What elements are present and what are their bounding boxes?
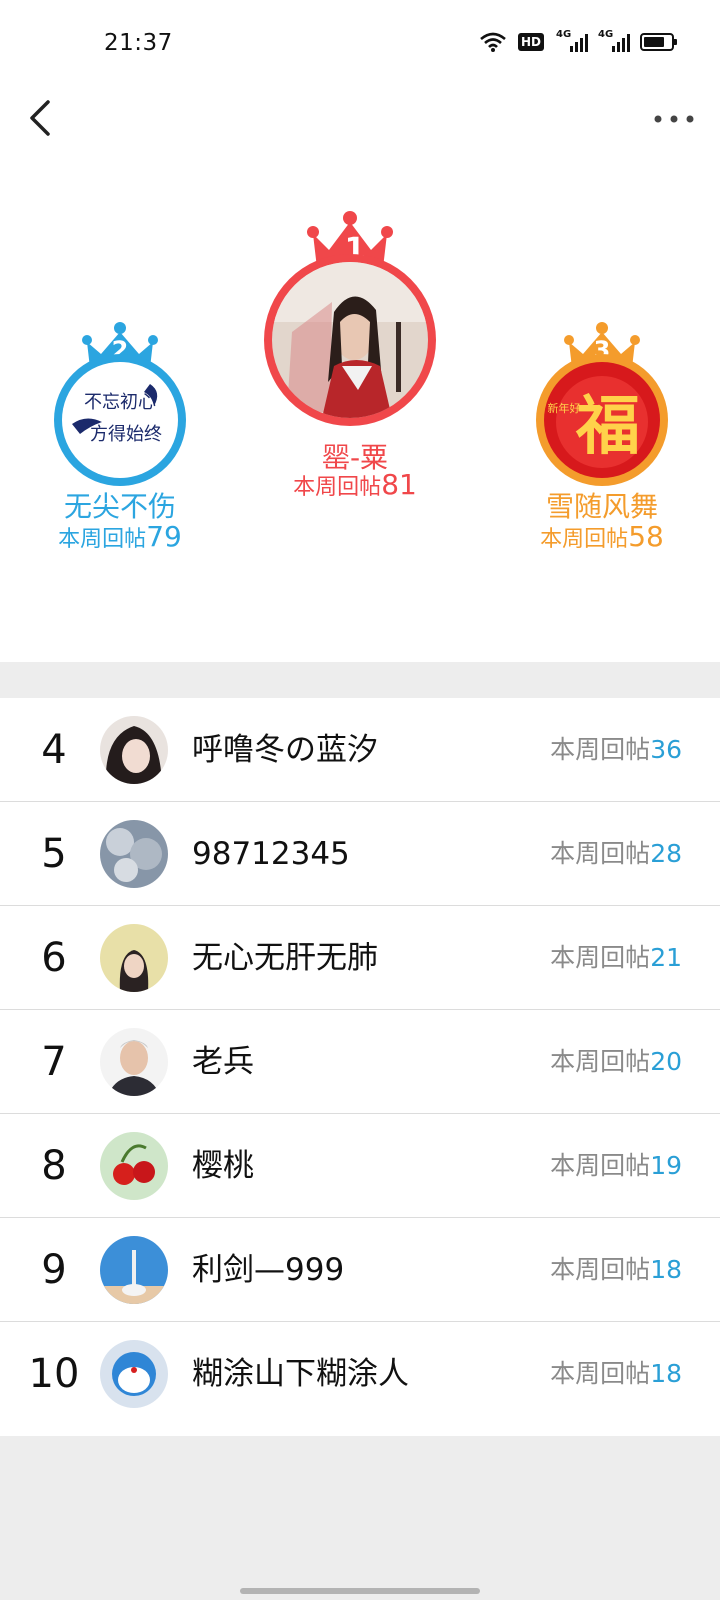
rank-number: 10: [28, 1351, 80, 1397]
avatar: 福 新年好: [536, 354, 668, 486]
signal-sim1-icon: 4G: [556, 29, 588, 52]
list-item[interactable]: 4 呼噜冬の蓝汐 本周回帖36: [0, 698, 720, 802]
list-item[interactable]: 9 利剑—999 本周回帖18: [0, 1218, 720, 1322]
list-item[interactable]: 6 无心无肝无肺 本周回帖21: [0, 906, 720, 1010]
user-name: 糊涂山下糊涂人: [192, 1356, 409, 1392]
more-horizontal-icon: [654, 115, 694, 123]
ranking-list: 4 呼噜冬の蓝汐 本周回帖36 5 98712345 本周回帖28 6 无心无肝…: [0, 698, 720, 1436]
reply-count: 本周回帖20: [550, 1047, 682, 1076]
avatar: [100, 1340, 168, 1408]
avatar: [100, 820, 168, 888]
battery-icon: [640, 33, 677, 51]
reply-count: 本周回帖18: [550, 1255, 682, 1284]
rank-number: 4: [41, 727, 67, 773]
list-item[interactable]: 8 樱桃 本周回帖19: [0, 1114, 720, 1218]
more-button[interactable]: [650, 104, 698, 134]
reply-count: 本周回帖21: [550, 943, 682, 972]
rank-number: 6: [41, 935, 67, 981]
status-bar: 21:37 HD 4G 4G: [0, 0, 720, 90]
podium-reply-count: 本周回帖81: [293, 468, 417, 501]
home-indicator[interactable]: [240, 1588, 480, 1594]
reply-count: 本周回帖36: [550, 735, 682, 764]
signal-sim2-icon: 4G: [598, 29, 630, 52]
hd-badge: HD: [517, 33, 544, 51]
podium-rank-1[interactable]: 1 罂-粟 本周回帖81: [240, 210, 470, 510]
avatar: [100, 924, 168, 992]
leaderboard-header-area: 21:37 HD 4G 4G 1 罂-粟 本周回帖81 2 不忘初心 方得始终 …: [0, 0, 720, 662]
user-name: 呼噜冬の蓝汐: [192, 732, 378, 768]
user-name: 无心无肝无肺: [192, 940, 378, 976]
reply-count: 本周回帖19: [550, 1151, 682, 1180]
chevron-left-icon: [30, 100, 50, 136]
svg-text:新年好: 新年好: [548, 401, 581, 415]
rank-number: 5: [41, 831, 67, 877]
reply-count: 本周回帖18: [550, 1359, 682, 1388]
svg-text:福: 福: [575, 389, 640, 464]
podium-reply-count: 本周回帖58: [540, 520, 664, 553]
user-name: 樱桃: [192, 1148, 254, 1184]
avatar: 不忘初心 方得始终: [54, 354, 186, 486]
list-item[interactable]: 7 老兵 本周回帖20: [0, 1010, 720, 1114]
rank-number: 9: [41, 1247, 67, 1293]
status-icons: HD 4G 4G: [480, 29, 677, 52]
user-name: 利剑—999: [192, 1252, 345, 1288]
back-button[interactable]: [22, 96, 62, 140]
svg-text:方得始终: 方得始终: [90, 424, 162, 445]
user-name: 98712345: [192, 836, 350, 872]
rank-number: 8: [41, 1143, 67, 1189]
podium-rank-3[interactable]: 3 福 新年好 雪随风舞 本周回帖58: [522, 322, 682, 562]
svg-text:不忘初心: 不忘初心: [84, 392, 156, 413]
avatar: [100, 1028, 168, 1096]
podium-name: 雪随风舞: [545, 490, 658, 523]
podium-rank-2[interactable]: 2 不忘初心 方得始终 无尖不伤 本周回帖79: [40, 322, 200, 562]
wifi-icon: [480, 32, 506, 52]
rank-number: 7: [41, 1039, 67, 1085]
status-time: 21:37: [104, 30, 173, 56]
list-item[interactable]: 10 糊涂山下糊涂人 本周回帖18: [0, 1322, 720, 1436]
avatar: [100, 1132, 168, 1200]
reply-count: 本周回帖28: [550, 839, 682, 868]
podium-reply-count: 本周回帖79: [58, 520, 182, 553]
avatar: [100, 716, 168, 784]
avatar: [100, 1236, 168, 1304]
podium-name: 无尖不伤: [63, 490, 176, 523]
avatar: [264, 254, 436, 426]
user-name: 老兵: [192, 1044, 254, 1080]
list-item[interactable]: 5 98712345 本周回帖28: [0, 802, 720, 906]
